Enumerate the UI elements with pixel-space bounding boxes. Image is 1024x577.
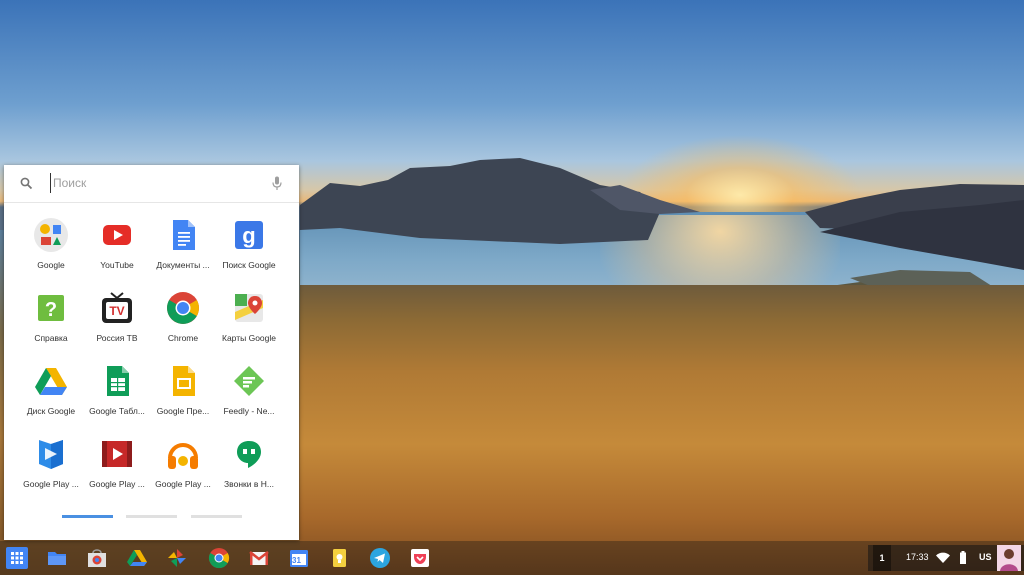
google-sheets-icon [107,366,129,396]
wallpaper-meadow [300,285,1024,575]
app-tile-docs[interactable]: Документы ... [150,215,216,288]
google-drive-icon [35,368,67,395]
shelf-chrome[interactable] [205,544,233,572]
app-label: Диск Google [26,406,76,416]
help-icon: ? [38,295,64,321]
notification-count[interactable]: 1 [873,545,891,571]
app-label: Россия ТВ [96,333,138,343]
google-photos-icon [168,549,186,567]
app-label: Google Play ... [23,479,79,489]
app-label: YouTube [100,260,134,270]
google-maps-icon [235,294,263,322]
app-tile-drive[interactable]: Диск Google [18,361,84,434]
google-docs-icon [173,220,195,250]
app-label: Справка [34,333,68,343]
svg-text:?: ? [45,299,57,321]
app-tile-play-movies[interactable]: Google Play ... [84,434,150,507]
app-tile-youtube[interactable]: YouTube [84,215,150,288]
app-label: Google Табл... [89,406,145,416]
feedly-icon [234,366,264,396]
app-label: Chrome [167,333,199,343]
app-tile-maps[interactable]: Карты Google [216,288,282,361]
keyboard-layout: US [979,552,992,562]
chrome-icon [167,292,199,324]
shelf-gmail[interactable] [245,544,273,572]
shelf-keep[interactable] [325,544,353,572]
google-search-g-icon: g [235,221,263,249]
app-launcher-button[interactable] [3,544,31,572]
hangouts-icon [237,441,261,468]
system-tray[interactable]: 1 17:33 US [868,545,1024,571]
app-label: Документы ... [156,260,210,270]
page-dot-3[interactable] [191,515,242,518]
microphone-icon[interactable] [272,176,282,191]
app-tile-play-books[interactable]: Google Play ... [18,434,84,507]
app-label: Google Play ... [155,479,211,489]
shelf-google-photos[interactable] [163,544,191,572]
avatar [997,545,1021,571]
app-tile-sheets[interactable]: Google Табл... [84,361,150,434]
app-tile-play-music[interactable]: Google Play ... [150,434,216,507]
launcher-page-indicator [4,515,299,519]
web-store-icon [88,549,106,567]
google-play-movies-icon [102,441,132,467]
gmail-icon [249,551,269,565]
pocket-icon [411,549,429,567]
google-play-books-icon [39,440,63,469]
app-label: Feedly - Ne... [223,406,275,416]
page-dot-1[interactable] [62,515,113,518]
youtube-icon [103,225,131,245]
app-grid: Google YouTube Документы ... g Поиск Goo… [18,215,288,507]
google-drive-icon [127,550,147,566]
app-tile-google-search[interactable]: g Поиск Google [216,215,282,288]
google-slides-icon [173,366,195,396]
files-icon [48,552,66,565]
shelf-pocket[interactable] [406,544,434,572]
app-label: Звонки в Н... [224,479,274,489]
app-tile-help[interactable]: ? Справка [18,288,84,361]
app-tile-chrome[interactable]: Chrome [150,288,216,361]
shelf-google-drive[interactable] [123,544,151,572]
app-label: Google Пре... [156,406,210,416]
search-icon [20,177,33,190]
google-play-music-icon [168,443,198,469]
app-tile-russia-tv[interactable]: TV Россия ТВ [84,288,150,361]
battery-icon [960,551,966,564]
app-tile-slides[interactable]: Google Пре... [150,361,216,434]
clock: 17:33 [906,552,929,562]
app-tile-hangouts[interactable]: Звонки в Н... [216,434,282,507]
shelf-telegram[interactable] [366,544,394,572]
app-label: Google Play ... [89,479,145,489]
launcher-search-bar [4,165,299,203]
shelf-files[interactable] [43,544,71,572]
page-dot-2[interactable] [126,515,177,518]
app-tile-google[interactable]: Google [18,215,84,288]
wifi-icon [936,552,950,563]
app-tile-feedly[interactable]: Feedly - Ne... [216,361,282,434]
calendar-day: 31 [292,556,301,565]
shelf-calendar[interactable]: 31 [285,544,313,572]
shelf-web-store[interactable] [83,544,111,572]
app-launcher-icon [6,547,28,569]
svg-text:g: g [242,223,255,248]
app-label: Google [37,260,65,270]
app-label: Поиск Google [222,260,276,270]
chrome-icon [208,548,230,569]
telegram-icon [370,548,390,568]
app-label: Карты Google [222,333,276,343]
svg-text:TV: TV [109,304,124,318]
google-search-icon [34,218,68,252]
search-input[interactable] [50,173,263,193]
app-launcher-panel: Google YouTube Документы ... g [4,165,299,540]
russia-tv-icon: TV [102,292,132,323]
keep-icon [333,549,346,567]
